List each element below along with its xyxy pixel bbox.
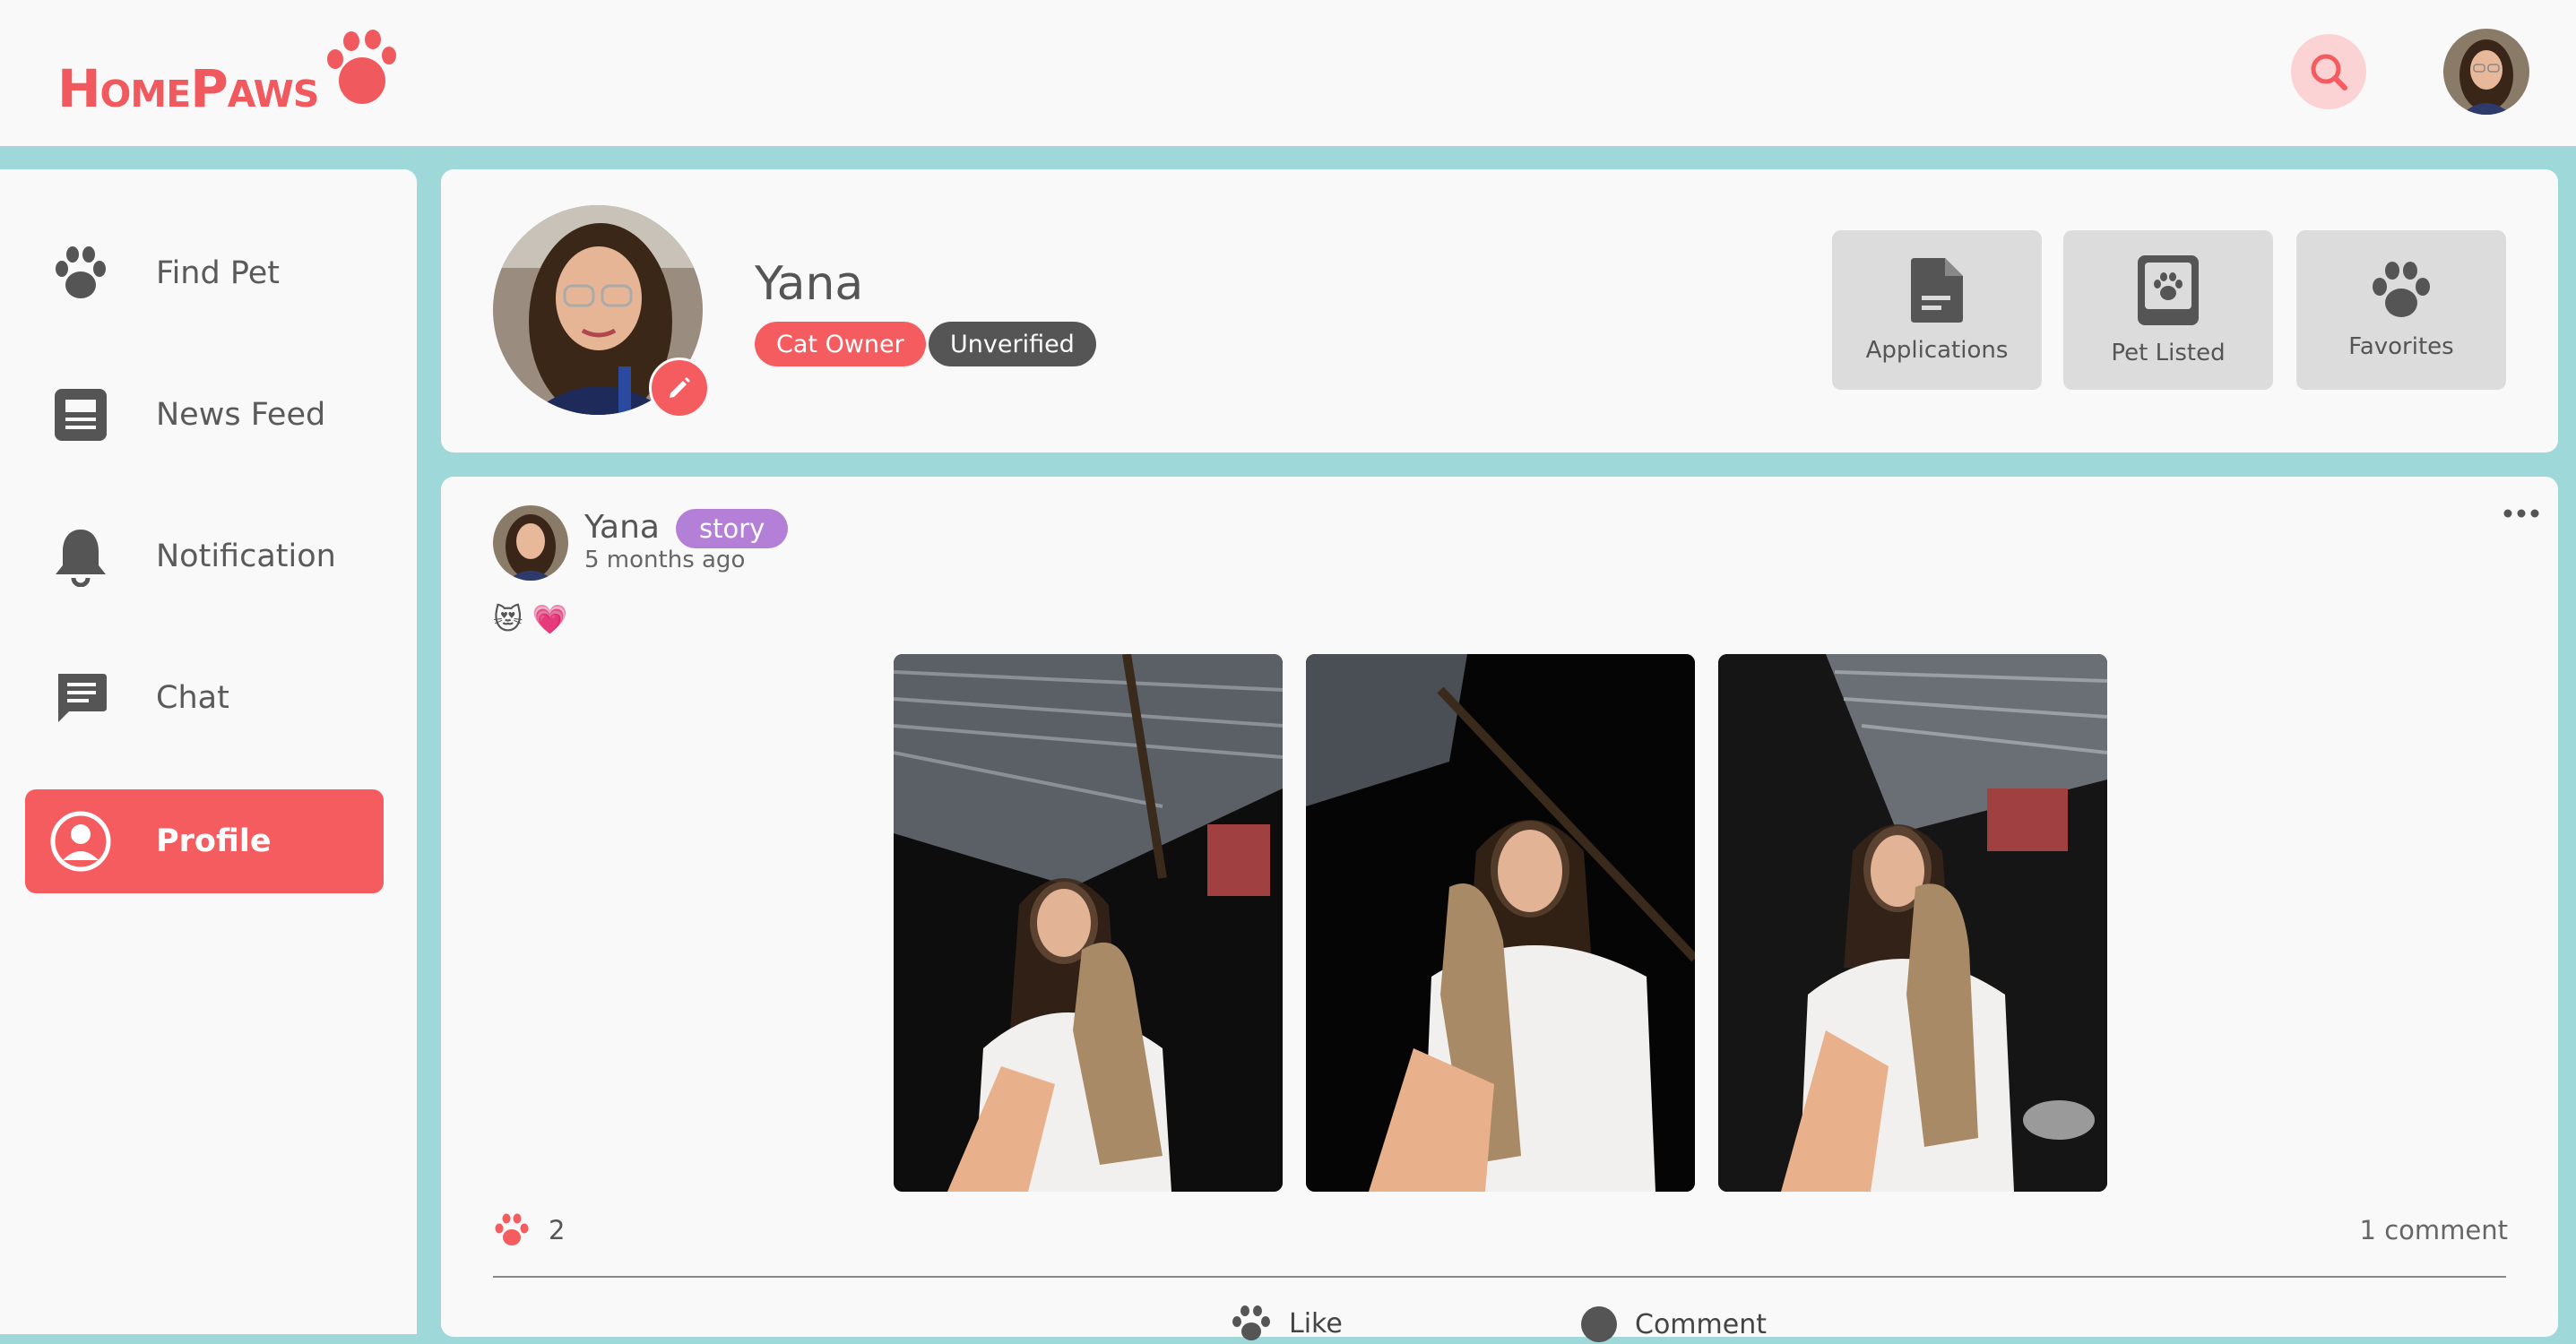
pencil-icon: [670, 377, 690, 398]
paw-icon: [2373, 262, 2430, 317]
post-body-text: 😻 💗: [493, 602, 568, 636]
post-photo-3[interactable]: [1718, 654, 2107, 1192]
search-icon: [2311, 54, 2347, 90]
status-badge: Unverified: [929, 322, 1096, 366]
document-icon: [1911, 258, 1963, 323]
profile-name: Yana: [755, 257, 864, 311]
paw-icon: [1232, 1305, 1270, 1340]
comment-label: Comment: [1635, 1308, 1767, 1340]
post-tag-badge: story: [676, 509, 789, 548]
reaction-count: 2: [549, 1215, 566, 1245]
pet-list-icon: [2138, 255, 2199, 325]
comment-icon: [1581, 1306, 1617, 1342]
pet-listed-button[interactable]: Pet Listed: [2063, 230, 2273, 390]
user-avatar[interactable]: [2443, 29, 2529, 115]
more-options-icon[interactable]: [2503, 495, 2540, 526]
user-circle-icon: [45, 806, 117, 877]
logo-text: HomePaws: [57, 58, 319, 119]
bell-icon: [45, 521, 117, 592]
logo-paw-icon: [327, 30, 396, 104]
newspaper-icon: [45, 379, 117, 451]
like-label: Like: [1289, 1307, 1343, 1340]
favorites-button[interactable]: Favorites: [2296, 230, 2506, 390]
edit-profile-button[interactable]: [649, 358, 710, 418]
search-button[interactable]: [2291, 34, 2366, 109]
chat-icon: [45, 662, 117, 734]
profile-card: Yana Cat Owner Unverified Applications P…: [441, 169, 2558, 452]
sidebar-item-label: Chat: [156, 680, 229, 716]
sidebar-item-label: Find Pet: [156, 255, 280, 291]
reaction-summary[interactable]: 2: [493, 1213, 565, 1247]
post-card: Yana story 5 months ago 😻 💗 2 1 comment …: [441, 477, 2558, 1342]
sidebar-item-chat[interactable]: Chat: [25, 646, 384, 750]
post-photo-1[interactable]: [894, 654, 1283, 1192]
top-header: HomePaws: [0, 0, 2576, 146]
paw-reaction-icon: [495, 1213, 529, 1245]
sidebar-item-profile[interactable]: Profile: [25, 789, 384, 893]
stat-label: Favorites: [2348, 333, 2454, 360]
post-author-name[interactable]: Yana: [584, 509, 660, 546]
sidebar-item-label: Notification: [156, 538, 336, 574]
post-photo-2[interactable]: [1306, 654, 1695, 1192]
stat-label: Applications: [1865, 337, 2009, 364]
post-divider: [493, 1276, 2506, 1278]
comment-count[interactable]: 1 comment: [2360, 1215, 2508, 1245]
app-logo[interactable]: HomePaws: [57, 29, 396, 127]
sidebar-item-label: News Feed: [156, 397, 326, 433]
post-author-avatar[interactable]: [493, 505, 568, 581]
sidebar-item-label: Profile: [156, 823, 272, 859]
sidebar-item-news-feed[interactable]: News Feed: [25, 363, 384, 467]
paw-icon: [45, 237, 117, 309]
stat-label: Pet Listed: [2111, 340, 2226, 366]
role-badge: Cat Owner: [755, 322, 926, 366]
sidebar: Find Pet News Feed Notification Chat Pro…: [0, 169, 417, 1334]
comment-button[interactable]: Comment: [1579, 1305, 1767, 1344]
like-button[interactable]: Like: [1230, 1305, 1343, 1342]
sidebar-item-notification[interactable]: Notification: [25, 504, 384, 608]
post-timestamp: 5 months ago: [584, 547, 746, 573]
applications-button[interactable]: Applications: [1832, 230, 2042, 390]
sidebar-item-find-pet[interactable]: Find Pet: [25, 221, 384, 325]
